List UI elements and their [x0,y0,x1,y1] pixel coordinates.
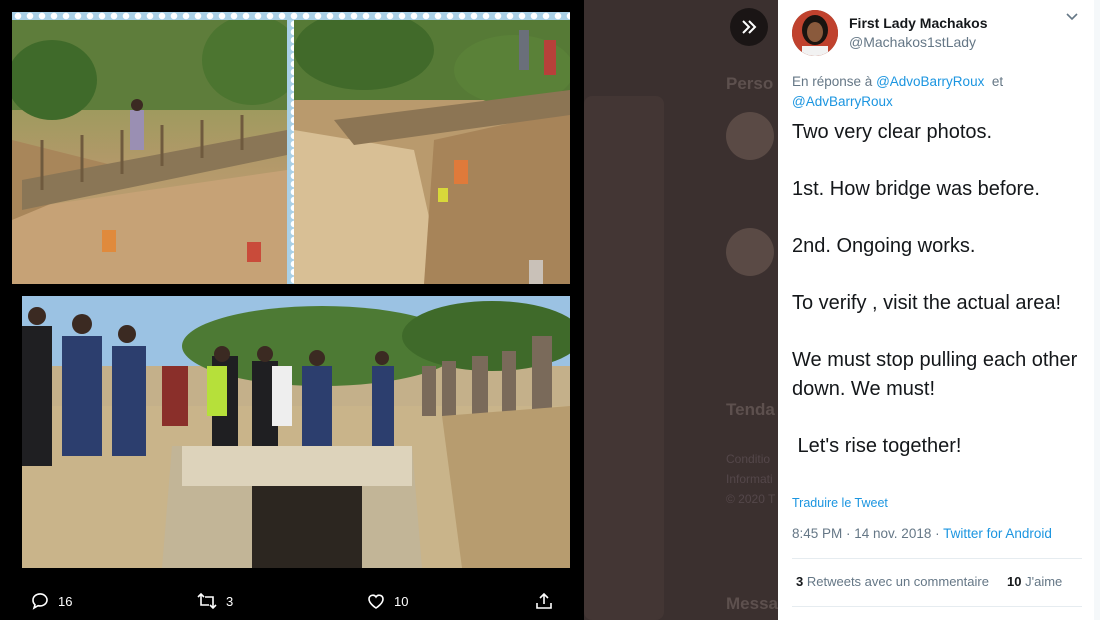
media-action-bar: 16 3 10 [0,583,584,620]
likes-label[interactable]: J'aime [1025,574,1062,589]
retweet-icon [197,592,217,610]
double-chevron-right-icon [742,20,757,34]
tweet-line-4: To verify , visit the actual area! [792,292,1062,314]
bg-small-3: © 2020 T [726,492,776,506]
tweet-meta: 8:45 PM · 14 nov. 2018 · Twitter for And… [792,526,1052,541]
tweet-detail-panel: First Lady Machakos @Machakos1stLady En … [778,0,1100,620]
author-handle[interactable]: @Machakos1stLady [849,34,976,50]
tweet-body: Two very clear photos. 1st. How bridge w… [792,118,1092,460]
reply-context: En réponse à @AdvoBarryRoux et @AdvBarry… [792,72,1082,112]
tweet-line-2: 1st. How bridge was before. [792,178,1040,200]
bg-people-label: Perso [726,74,774,93]
photo-bridge-before-scene [12,20,287,284]
retweet-action[interactable]: 3 [196,591,233,611]
media-viewer [0,0,584,583]
share-action[interactable] [534,591,554,611]
divider [792,558,1082,559]
bg-avatar-2 [726,228,774,276]
background-card [584,96,664,620]
panel-scrollbar[interactable] [1094,0,1100,620]
bg-small-2: Informati [726,472,773,486]
author-avatar[interactable] [792,10,838,56]
photo-bridge-inspection[interactable] [22,296,570,568]
translate-tweet-link[interactable]: Traduire le Tweet [792,496,888,510]
tweet-line-6: Let's rise together! [792,434,962,457]
retweets-label[interactable]: Retweets avec un commentaire [807,574,989,589]
photo-bridge-inspection-scene [22,296,570,568]
tweet-stats: 3 Retweets avec un commentaire 10 J'aime [796,574,1062,589]
reply-count: 16 [58,593,73,609]
bg-avatar-1 [726,112,774,160]
bg-trends-label: Tenda [726,400,775,419]
like-count: 10 [394,593,409,609]
photo-bridge-before[interactable] [12,20,287,284]
reply-prefix: En réponse à [792,74,873,89]
author-avatar-image [792,10,838,56]
tweet-source[interactable]: Twitter for Android [943,526,1052,541]
author-name[interactable]: First Lady Machakos [849,15,988,31]
photo-bridge-works-scene [294,20,570,284]
expand-panel-button[interactable] [730,8,768,46]
bg-messages-label: Messa [726,594,778,613]
retweet-count: 3 [226,593,234,609]
reply-mention-1[interactable]: @AdvoBarryRoux [876,74,984,89]
reply-join: et [991,74,1004,89]
tweet-menu-button[interactable] [1065,10,1079,29]
share-icon [536,592,552,609]
retweets-count[interactable]: 3 [796,574,803,589]
tweet-line-5: We must stop pulling each other down. We… [792,349,1078,400]
photo-collage-frame [12,12,570,284]
tweet-line-3: 2nd. Ongoing works. [792,235,976,257]
reply-mention-2[interactable]: @AdvBarryRoux [792,94,893,109]
heart-icon [368,594,384,609]
chevron-down-icon [1066,13,1078,21]
bg-small-1: Conditio [726,452,771,466]
reply-action[interactable]: 16 [30,591,72,611]
photo-bridge-works[interactable] [294,20,570,284]
tweet-line-1: Two very clear photos. [792,121,993,143]
reply-icon [32,593,48,610]
likes-count[interactable]: 10 [1007,574,1021,589]
like-action[interactable]: 10 [366,591,408,611]
tweet-timestamp[interactable]: 8:45 PM · 14 nov. 2018 · [792,526,940,541]
divider [792,606,1082,607]
